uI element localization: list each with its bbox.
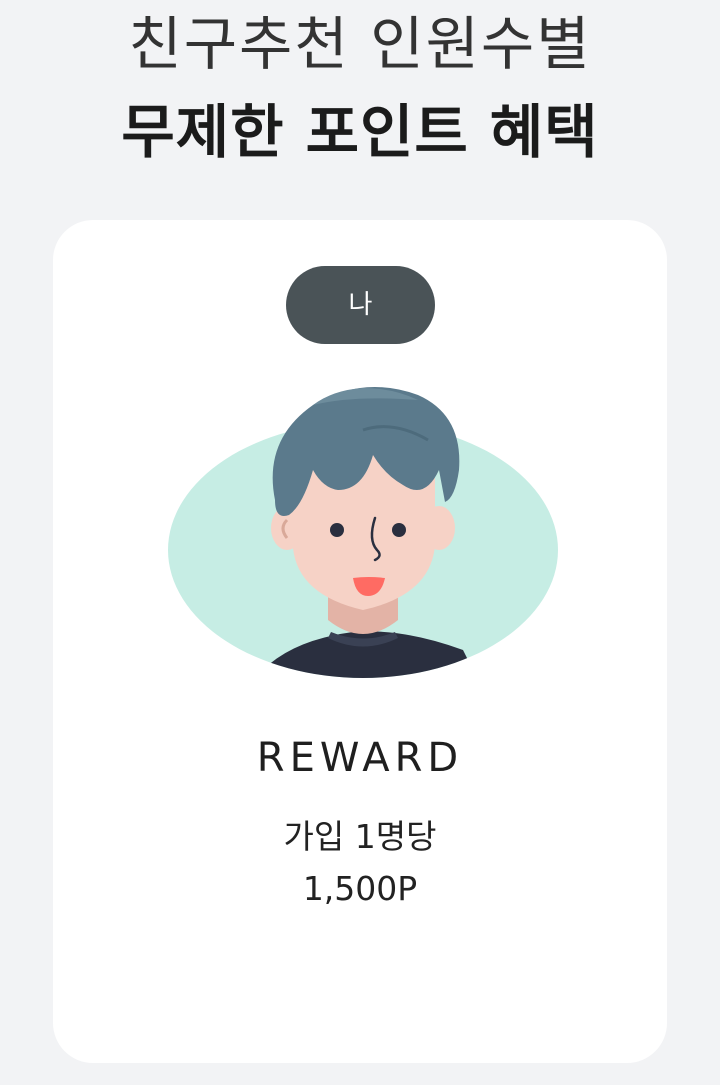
boy-avatar-illustration [168, 387, 558, 678]
me-badge: 나 [286, 266, 435, 344]
headline-line-1: 친구추천 인원수별 [128, 10, 592, 78]
reward-title: REWARD [256, 735, 464, 781]
reward-description: 가입 1명당 [283, 817, 437, 856]
avatar-eye-right [392, 523, 406, 537]
reward-card: 나 REWARD 가입 1명당 1,500P [53, 220, 667, 1063]
headline-line-2: 무제한 포인트 혜택 [121, 98, 599, 166]
avatar-eye-left [330, 523, 344, 537]
reward-amount: 1,500P [302, 869, 418, 908]
